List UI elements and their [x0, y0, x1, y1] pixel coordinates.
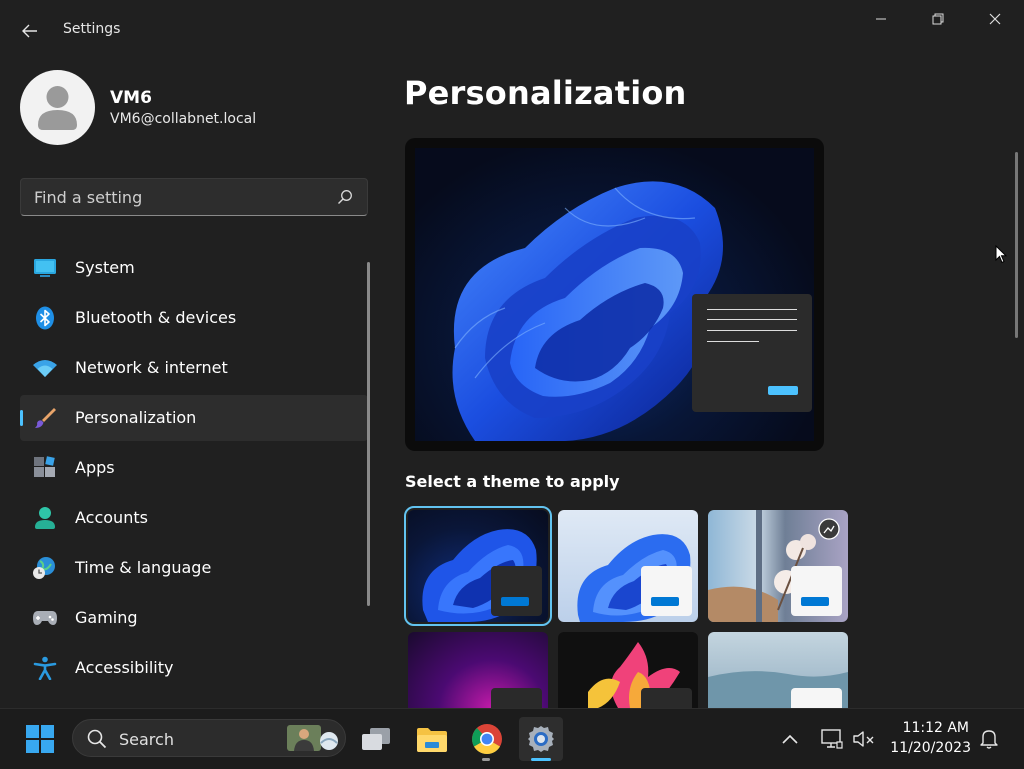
taskbar-clock-date[interactable]: 11/20/2023	[890, 740, 971, 756]
active-indicator	[531, 758, 551, 761]
sidebar-item-apps[interactable]: Apps	[20, 445, 368, 491]
volume-muted-icon	[853, 731, 874, 747]
restore-icon	[932, 13, 944, 25]
user-silhouette-icon	[38, 86, 77, 130]
search-icon	[87, 729, 107, 749]
search-highlight-image	[287, 725, 338, 751]
theme-window-sample	[791, 566, 842, 616]
taskbar-search-label: Search	[119, 730, 174, 749]
start-button[interactable]	[18, 717, 62, 761]
sidebar-item-label: Bluetooth & devices	[75, 308, 237, 327]
running-indicator	[482, 758, 490, 761]
bluetooth-icon	[32, 306, 58, 330]
windows-logo-icon	[26, 725, 54, 753]
settings-search-input[interactable]	[21, 179, 321, 215]
system-icon	[32, 256, 58, 280]
chrome-icon	[472, 724, 502, 755]
theme-window-sample	[491, 688, 542, 708]
theme-windows-dark[interactable]	[404, 506, 552, 626]
sidebar-item-label: Personalization	[75, 408, 197, 427]
preview-sample-window	[692, 294, 812, 412]
slideshow-badge-icon	[818, 518, 840, 540]
sidebar-item-label: Gaming	[75, 608, 138, 627]
search-icon[interactable]	[337, 189, 353, 205]
network-wired-icon	[821, 729, 843, 749]
taskbar-clock-time[interactable]: 11:12 AM	[903, 720, 969, 736]
sidebar-item-accounts[interactable]: Accounts	[20, 495, 368, 541]
themes-section-label: Select a theme to apply	[405, 472, 620, 491]
taskbar-app-chrome[interactable]	[465, 717, 509, 761]
settings-search-box[interactable]	[20, 178, 368, 216]
notifications-button[interactable]	[969, 717, 1009, 761]
sidebar-item-label: Accessibility	[75, 658, 174, 677]
sidebar-item-label: Apps	[75, 458, 115, 477]
time-language-icon	[32, 556, 58, 580]
taskbar: Search 11:12 AM 11/20/2023	[0, 708, 1024, 769]
theme-flow[interactable]	[708, 632, 848, 708]
settings-icon	[528, 726, 554, 752]
main-scrollbar[interactable]	[1015, 152, 1018, 338]
brush-icon	[32, 406, 58, 430]
theme-glow-flower[interactable]	[708, 510, 848, 622]
theme-captured-motion[interactable]	[558, 632, 698, 708]
sidebar-item-time-language[interactable]: Time & language	[20, 545, 368, 591]
wifi-icon	[32, 356, 58, 380]
app-title: Settings	[63, 21, 121, 37]
preview-accent-button	[768, 386, 798, 395]
accounts-icon	[32, 506, 58, 530]
user-email: VM6@collabnet.local	[110, 111, 257, 127]
mouse-cursor-icon	[995, 245, 1007, 264]
sidebar-nav: System Bluetooth & devices Network & int…	[20, 245, 368, 695]
sidebar-scrollbar[interactable]	[367, 262, 370, 606]
apps-icon	[32, 456, 58, 480]
back-button[interactable]	[12, 16, 48, 46]
sidebar-item-label: Time & language	[75, 558, 212, 577]
sidebar-item-accessibility[interactable]: Accessibility	[20, 645, 368, 691]
sidebar-item-personalization[interactable]: Personalization	[20, 395, 368, 441]
close-button[interactable]	[967, 4, 1023, 34]
gamepad-icon	[32, 606, 58, 630]
volume-button[interactable]	[844, 717, 884, 761]
file-explorer-icon	[417, 728, 447, 752]
sidebar-item-bluetooth-devices[interactable]: Bluetooth & devices	[20, 295, 368, 341]
task-view-icon	[362, 728, 390, 750]
back-arrow-icon	[22, 24, 37, 38]
sidebar-item-label: System	[75, 258, 135, 277]
sidebar-item-label: Accounts	[75, 508, 148, 527]
theme-window-sample	[641, 688, 692, 708]
taskbar-app-file-explorer[interactable]	[410, 717, 454, 761]
user-name: VM6	[110, 88, 152, 108]
theme-purple-glow[interactable]	[408, 632, 548, 708]
preview-wallpaper	[415, 148, 814, 441]
task-view-button[interactable]	[354, 717, 398, 761]
avatar[interactable]	[20, 70, 95, 145]
sidebar-item-network-internet[interactable]: Network & internet	[20, 345, 368, 391]
sidebar-item-system[interactable]: System	[20, 245, 368, 291]
taskbar-search[interactable]: Search	[72, 719, 346, 757]
restore-button[interactable]	[910, 4, 966, 34]
theme-window-sample	[641, 566, 692, 616]
theme-preview	[405, 138, 824, 451]
close-icon	[989, 13, 1001, 25]
theme-windows-light[interactable]	[558, 510, 698, 622]
show-hidden-icons-button[interactable]	[770, 717, 810, 761]
sidebar-item-gaming[interactable]: Gaming	[20, 595, 368, 641]
chevron-up-icon	[782, 734, 798, 744]
theme-window-sample	[491, 566, 542, 616]
sidebar-item-label: Network & internet	[75, 358, 228, 377]
taskbar-app-settings[interactable]	[519, 717, 563, 761]
minimize-button[interactable]	[853, 4, 909, 34]
theme-window-sample	[791, 688, 842, 708]
bell-icon	[980, 730, 998, 749]
page-title: Personalization	[404, 74, 687, 112]
accessibility-icon	[32, 656, 58, 680]
minimize-icon	[876, 18, 886, 20]
